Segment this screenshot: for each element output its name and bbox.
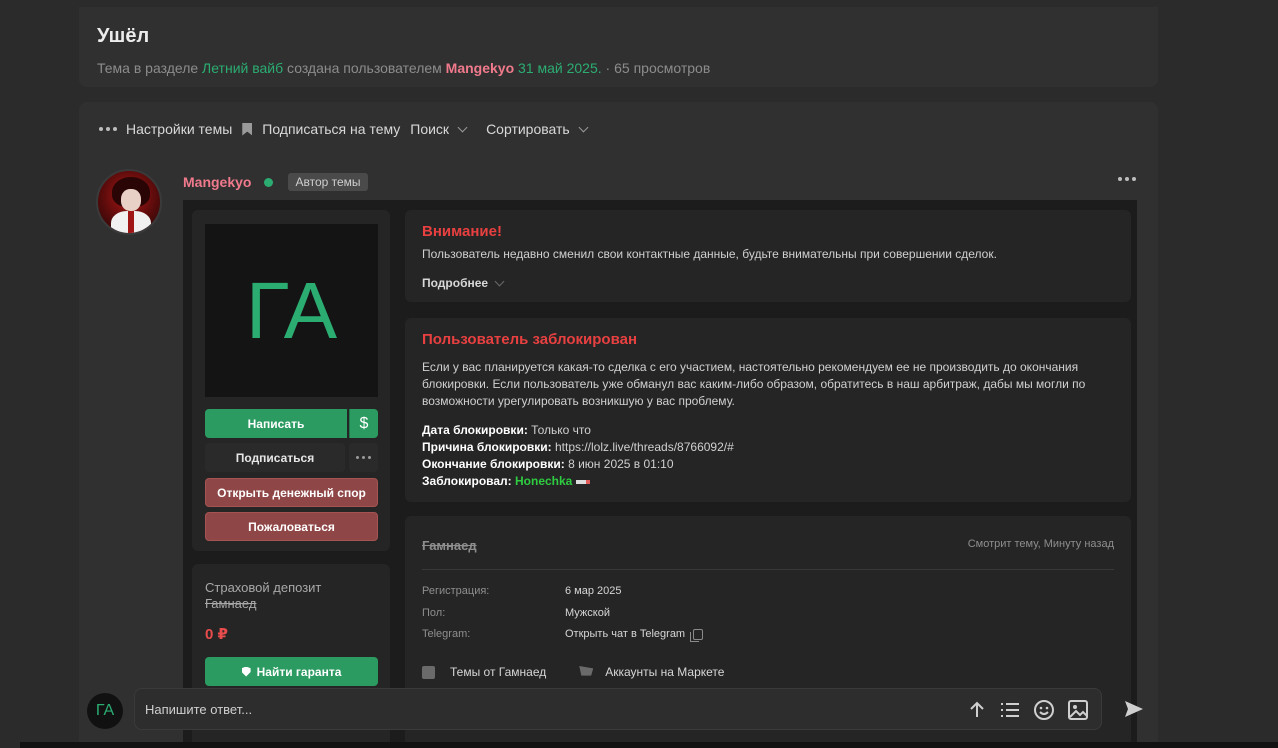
profile-activity: Смотрит тему, Минуту назад bbox=[967, 538, 1114, 550]
reply-box bbox=[134, 688, 1102, 730]
find-guarant-label: Найти гаранта bbox=[256, 664, 342, 679]
user-threads-link[interactable]: Темы от Гамнаед bbox=[450, 665, 546, 679]
author-avatar[interactable] bbox=[96, 169, 162, 235]
telegram-link[interactable]: Открыть чат в Telegram bbox=[565, 628, 685, 640]
reg-value: 6 мар 2025 bbox=[565, 585, 622, 597]
subscribe-thread-label: Подписаться на тему bbox=[262, 121, 401, 137]
reg-label: Регистрация: bbox=[422, 585, 490, 597]
send-icon[interactable] bbox=[1124, 699, 1144, 719]
post-options-icon[interactable] bbox=[1118, 177, 1136, 181]
warning-text: Пользователь недавно сменил свои контакт… bbox=[422, 247, 997, 261]
subscribe-thread-button[interactable]: Подписаться на тему bbox=[242, 121, 400, 137]
search-dropdown[interactable]: Поиск bbox=[410, 121, 468, 137]
more-details-toggle[interactable]: Подробнее bbox=[422, 276, 505, 290]
sort-dropdown[interactable]: Сортировать bbox=[486, 121, 589, 137]
post-author-row: Mangekyo Автор темы bbox=[183, 173, 368, 191]
find-guarant-button[interactable]: Найти гаранта bbox=[205, 657, 378, 686]
ban-by-label: Заблокировал: bbox=[422, 474, 512, 488]
page: Ушёл Тема в разделе Летний вайб создана … bbox=[0, 0, 1278, 748]
reply-avatar: ГА bbox=[87, 693, 123, 729]
ban-by-user[interactable]: Honechka bbox=[515, 474, 572, 488]
search-label: Поиск bbox=[410, 121, 450, 137]
author-badge: Автор темы bbox=[288, 173, 368, 191]
ban-by-row: Заблокировал: Honechka bbox=[422, 473, 734, 490]
money-transfer-button[interactable]: $ bbox=[349, 409, 378, 438]
shield-icon bbox=[241, 666, 251, 677]
ban-date-value: Только что bbox=[531, 423, 591, 437]
threads-icon bbox=[422, 665, 435, 679]
author-link[interactable]: Mangekyo bbox=[446, 60, 514, 76]
post-author-name[interactable]: Mangekyo bbox=[183, 174, 251, 190]
thread-toolbar: Настройки темы Подписаться на тему Поиск… bbox=[99, 121, 597, 137]
sort-label: Сортировать bbox=[486, 121, 570, 137]
thread-meta: Тема в разделе Летний вайб создана польз… bbox=[97, 60, 1140, 76]
thread-settings-button[interactable]: Настройки темы bbox=[99, 121, 232, 137]
meta-sep: · bbox=[605, 60, 615, 76]
write-button[interactable]: Написать bbox=[205, 409, 347, 438]
profile-more-button[interactable] bbox=[349, 443, 378, 472]
telegram-label: Telegram: bbox=[422, 628, 471, 640]
bookmark-icon bbox=[242, 122, 253, 136]
profile-name[interactable]: Гамнаед bbox=[422, 538, 477, 553]
cart-icon bbox=[579, 666, 594, 676]
ban-end-label: Окончание блокировки: bbox=[422, 457, 565, 471]
post-container: Настройки темы Подписаться на тему Поиск… bbox=[79, 102, 1158, 748]
more-dots-icon bbox=[99, 127, 117, 131]
divider bbox=[422, 569, 1114, 570]
copy-icon[interactable] bbox=[690, 628, 704, 642]
ban-date-row: Дата блокировки: Только что bbox=[422, 422, 734, 439]
report-button[interactable]: Пожаловаться bbox=[205, 512, 378, 541]
open-dispute-button[interactable]: Открыть денежный спор bbox=[205, 478, 378, 507]
profile-links: Темы от Гамнаед Аккаунты на Маркете bbox=[422, 665, 724, 679]
thread-header: Ушёл Тема в разделе Летний вайб создана … bbox=[79, 7, 1158, 87]
deposit-amount: 0 ₽ bbox=[205, 626, 228, 643]
gender-value: Мужской bbox=[565, 607, 610, 619]
chevron-down-icon bbox=[457, 122, 468, 132]
thread-settings-label: Настройки темы bbox=[126, 121, 233, 137]
warning-title: Внимание! bbox=[422, 223, 502, 240]
gender-label: Пол: bbox=[422, 607, 446, 619]
reply-tools bbox=[967, 699, 1089, 721]
subscribe-user-button[interactable]: Подписаться bbox=[205, 443, 345, 472]
ban-reason-label: Причина блокировки: bbox=[422, 440, 552, 454]
section-link[interactable]: Летний вайб bbox=[202, 60, 283, 76]
ban-title: Пользователь заблокирован bbox=[422, 331, 638, 348]
list-icon[interactable] bbox=[999, 700, 1021, 720]
ban-reason-link[interactable]: https://lolz.live/threads/8766092/# bbox=[555, 440, 734, 454]
contact-warning-card: Внимание! Пользователь недавно сменил св… bbox=[405, 210, 1131, 302]
ban-end-row: Окончание блокировки: 8 июн 2025 в 01:10 bbox=[422, 456, 734, 473]
thread-date[interactable]: 31 май 2025. bbox=[518, 60, 602, 76]
ban-details: Дата блокировки: Только что Причина блок… bbox=[422, 422, 734, 490]
meta-created: создана пользователем bbox=[287, 60, 442, 76]
telegram-row: Открыть чат в Telegram bbox=[565, 628, 704, 642]
thread-title: Ушёл bbox=[97, 25, 150, 47]
more-details-label: Подробнее bbox=[422, 276, 489, 290]
ban-text: Если у вас планируется какая-то сделка с… bbox=[422, 360, 1086, 408]
ban-date-label: Дата блокировки: bbox=[422, 423, 528, 437]
cigarette-icon bbox=[576, 479, 591, 484]
reply-input[interactable] bbox=[145, 689, 945, 729]
post-content: ГА Написать $ Подписаться Открыть денежн… bbox=[183, 200, 1137, 748]
ban-notice-card: Пользователь заблокирован Если у вас пла… bbox=[405, 318, 1131, 502]
deposit-title: Страховой депозит bbox=[205, 580, 322, 595]
market-accounts-link[interactable]: Аккаунты на Маркете bbox=[605, 665, 724, 679]
online-status-icon bbox=[264, 177, 274, 187]
ban-end-value: 8 июн 2025 в 01:10 bbox=[568, 457, 674, 471]
image-icon[interactable] bbox=[1067, 699, 1089, 721]
chevron-down-icon bbox=[494, 276, 505, 286]
chevron-down-icon bbox=[578, 122, 589, 132]
ban-reason-row: Причина блокировки: https://lolz.live/th… bbox=[422, 439, 734, 456]
arrow-up-icon[interactable] bbox=[967, 700, 987, 720]
deposit-username: Гамнаед bbox=[205, 596, 257, 611]
meta-prefix: Тема в разделе bbox=[97, 60, 199, 76]
profile-avatar[interactable]: ГА bbox=[205, 224, 378, 397]
profile-card: ГА Написать $ Подписаться Открыть денежн… bbox=[192, 210, 390, 551]
emoji-icon[interactable] bbox=[1033, 699, 1055, 721]
bottom-strip bbox=[20, 742, 1278, 748]
views-count: 65 просмотров bbox=[614, 60, 711, 76]
